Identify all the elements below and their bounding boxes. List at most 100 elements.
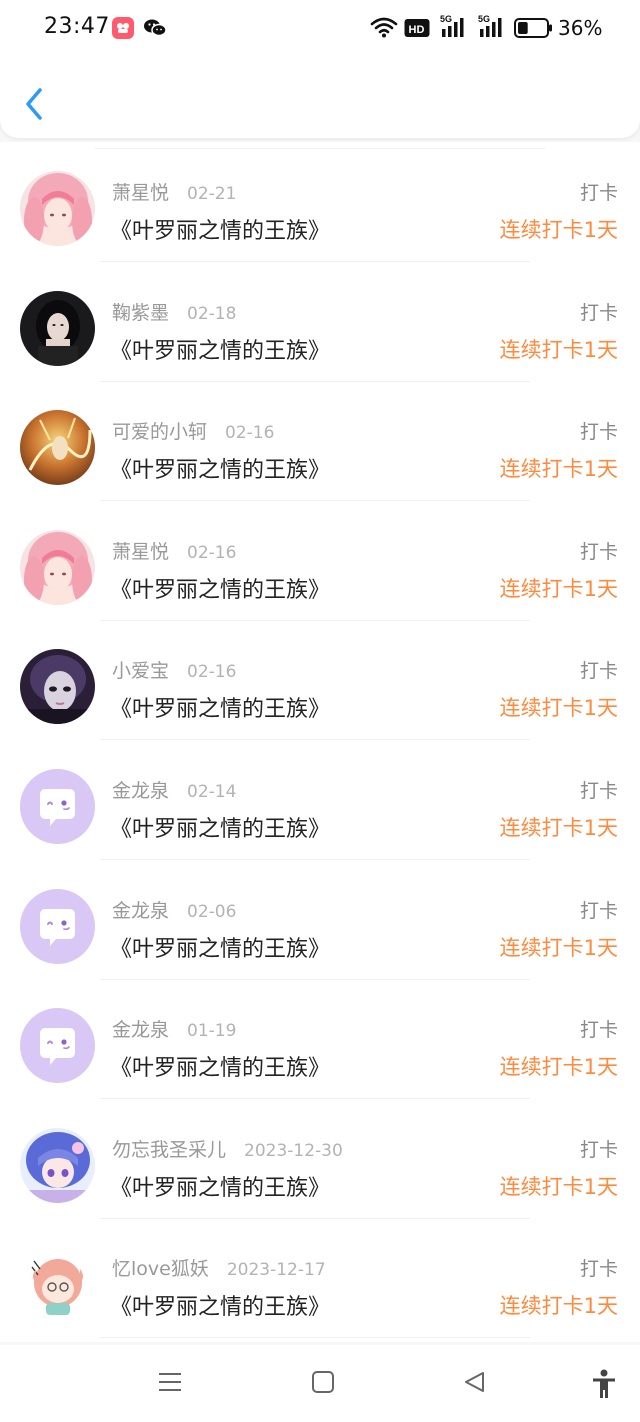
username-text: 可爱的小轲: [112, 421, 208, 444]
username: 勿忘我圣采儿 2023-12-30: [112, 1135, 343, 1162]
username-text: 金龙泉: [112, 899, 170, 922]
checkin-list-item[interactable]: 金龙泉 02-06 《叶罗丽之情的王族》 打卡 连续打卡1天: [0, 860, 640, 980]
checkin-date: 2023-12-17: [226, 1260, 326, 1281]
checkin-list-item[interactable]: 金龙泉 02-14 《叶罗丽之情的王族》 打卡 连续打卡1天: [0, 740, 640, 860]
book-title: 《叶罗丽之情的王族》: [110, 1056, 331, 1082]
book-title: 《叶罗丽之情的王族》: [110, 458, 331, 484]
username: 金龙泉 01-19: [112, 1015, 236, 1042]
username: 萧星悦 02-16: [112, 537, 236, 564]
streak-label: 连续打卡1天: [499, 1294, 618, 1319]
anime-purple-hair-avatar[interactable]: [20, 1127, 95, 1203]
checkin-list: 萧星悦 02-21 《叶罗丽之情的王族》 打卡 连续打卡1天 鞠紫墨 02-18 《…: [0, 142, 640, 1342]
username: 鞠紫墨 02-18: [112, 298, 236, 325]
checkin-date: 02-21: [187, 184, 237, 204]
home-square-icon[interactable]: [310, 1369, 336, 1399]
checkin-label: 打卡: [579, 182, 618, 204]
back-triangle-icon[interactable]: [462, 1369, 488, 1399]
status-time: 23:47: [44, 14, 110, 39]
streak-label: 连续打卡1天: [499, 337, 618, 362]
checkin-list-item[interactable]: 金龙泉 01-19 《叶罗丽之情的王族》 打卡 连续打卡1天: [0, 979, 640, 1100]
chibi-pink-hair-avatar[interactable]: [20, 1247, 95, 1323]
username: 金龙泉 02-06: [112, 896, 236, 923]
checkin-list-item[interactable]: 鞠紫墨 02-18 《叶罗丽之情的王族》 打卡 连续打卡1天: [0, 262, 640, 382]
username-text: 金龙泉: [112, 1019, 170, 1042]
checkin-list-item[interactable]: 萧星悦 02-21 《叶罗丽之情的王族》 打卡 连续打卡1天: [0, 142, 640, 262]
default-chat-bubble-avatar[interactable]: [20, 769, 95, 844]
battery-level-fill: [518, 22, 528, 34]
doll-face-avatar[interactable]: [20, 649, 95, 725]
username: 可爱的小轲 02-16: [112, 417, 274, 444]
checkin-list-item[interactable]: 小爱宝 02-16 《叶罗丽之情的王族》 打卡 连续打卡1天: [0, 620, 640, 741]
default-chat-bubble-avatar[interactable]: [20, 1008, 95, 1084]
checkin-label: 打卡: [579, 1138, 618, 1161]
streak-label: 连续打卡1天: [499, 457, 618, 482]
status-bar: 23:47 HD 5G 5G 36%: [0, 0, 640, 58]
anime-pink-hair-avatar[interactable]: [20, 529, 95, 605]
default-chat-bubble-avatar[interactable]: [20, 888, 95, 964]
username: 金龙泉 02-14: [112, 776, 236, 803]
book-title: 《叶罗丽之情的王族》: [110, 219, 331, 244]
book-title: 《叶罗丽之情的王族》: [110, 338, 331, 364]
menu-icon[interactable]: [157, 1369, 183, 1399]
checkin-label: 打卡: [579, 1258, 618, 1281]
username-text: 萧星悦: [112, 540, 170, 563]
battery-percentage: 36%: [558, 16, 603, 40]
checkin-label: 打卡: [579, 780, 618, 802]
page-header: [0, 58, 640, 138]
wifi-icon: [370, 16, 398, 42]
username-text: 萧星悦: [112, 182, 170, 204]
app-notification-icon: [112, 17, 134, 39]
username-text: 鞠紫墨: [112, 301, 170, 324]
book-title: 《叶罗丽之情的王族》: [110, 817, 331, 842]
username: 忆love狐妖 2023-12-17: [112, 1254, 326, 1281]
book-title: 《叶罗丽之情的王族》: [110, 577, 331, 603]
wechat-icon: [143, 18, 167, 42]
checkin-date: 02-16: [187, 662, 237, 683]
book-title: 《叶罗丽之情的王族》: [110, 1295, 331, 1321]
svg-text:HD: HD: [409, 24, 425, 36]
accessibility-icon[interactable]: [590, 1369, 618, 1403]
streak-label: 连续打卡1天: [499, 1055, 618, 1080]
username-text: 金龙泉: [112, 780, 170, 802]
book-title: 《叶罗丽之情的王族》: [110, 1175, 331, 1201]
checkin-date: 02-16: [187, 542, 237, 563]
checkin-list-item[interactable]: 萧星悦 02-16 《叶罗丽之情的王族》 打卡 连续打卡1天: [0, 501, 640, 621]
checkin-label: 打卡: [579, 540, 618, 563]
streak-label: 连续打卡1天: [499, 696, 618, 721]
checkin-label: 打卡: [579, 1019, 618, 1042]
username: 小爱宝 02-16: [112, 656, 236, 683]
dark-hair-girl-avatar[interactable]: [20, 290, 95, 366]
svg-text:5G: 5G: [478, 14, 490, 24]
checkin-list-item[interactable]: 可爱的小轲 02-16 《叶罗丽之情的王族》 打卡 连续打卡1天: [0, 381, 640, 502]
checkin-date: 2023-12-30: [244, 1140, 343, 1161]
username-text: 勿忘我圣采儿: [112, 1138, 227, 1161]
checkin-date: 01-19: [187, 1021, 237, 1042]
golden-art-avatar[interactable]: [20, 410, 95, 486]
username: 萧星悦 02-21: [112, 178, 236, 205]
system-nav-bar: [0, 1345, 640, 1422]
checkin-list-item[interactable]: 忆love狐妖 2023-12-17 《叶罗丽之情的王族》 打卡 连续打卡1天: [0, 1218, 640, 1339]
streak-label: 连续打卡1天: [499, 218, 618, 242]
checkin-label: 打卡: [579, 899, 618, 922]
checkin-date: 02-14: [187, 782, 237, 802]
checkin-date: 02-06: [187, 901, 237, 922]
svg-text:5G: 5G: [440, 14, 452, 24]
username-text: 忆love狐妖: [112, 1258, 209, 1281]
checkin-date: 02-18: [187, 303, 237, 324]
anime-pink-hair-avatar[interactable]: [20, 171, 95, 246]
streak-label: 连续打卡1天: [499, 816, 618, 840]
battery-icon: [514, 17, 554, 43]
book-title: 《叶罗丽之情的王族》: [110, 936, 331, 962]
signal-5g-icon: 5G: [440, 14, 470, 44]
streak-label: 连续打卡1天: [499, 576, 618, 601]
chevron-left-icon: [26, 88, 42, 120]
hd-icon: HD: [404, 18, 430, 42]
back-button[interactable]: [18, 82, 54, 122]
checkin-date: 02-16: [225, 423, 275, 444]
checkin-list-item[interactable]: 勿忘我圣采儿 2023-12-30 《叶罗丽之情的王族》 打卡 连续打卡1天: [0, 1099, 640, 1219]
book-title: 《叶罗丽之情的王族》: [110, 697, 331, 723]
signal-5g-icon: 5G: [478, 14, 508, 44]
checkin-label: 打卡: [579, 660, 618, 683]
streak-label: 连续打卡1天: [499, 935, 618, 960]
streak-label: 连续打卡1天: [499, 1174, 618, 1199]
